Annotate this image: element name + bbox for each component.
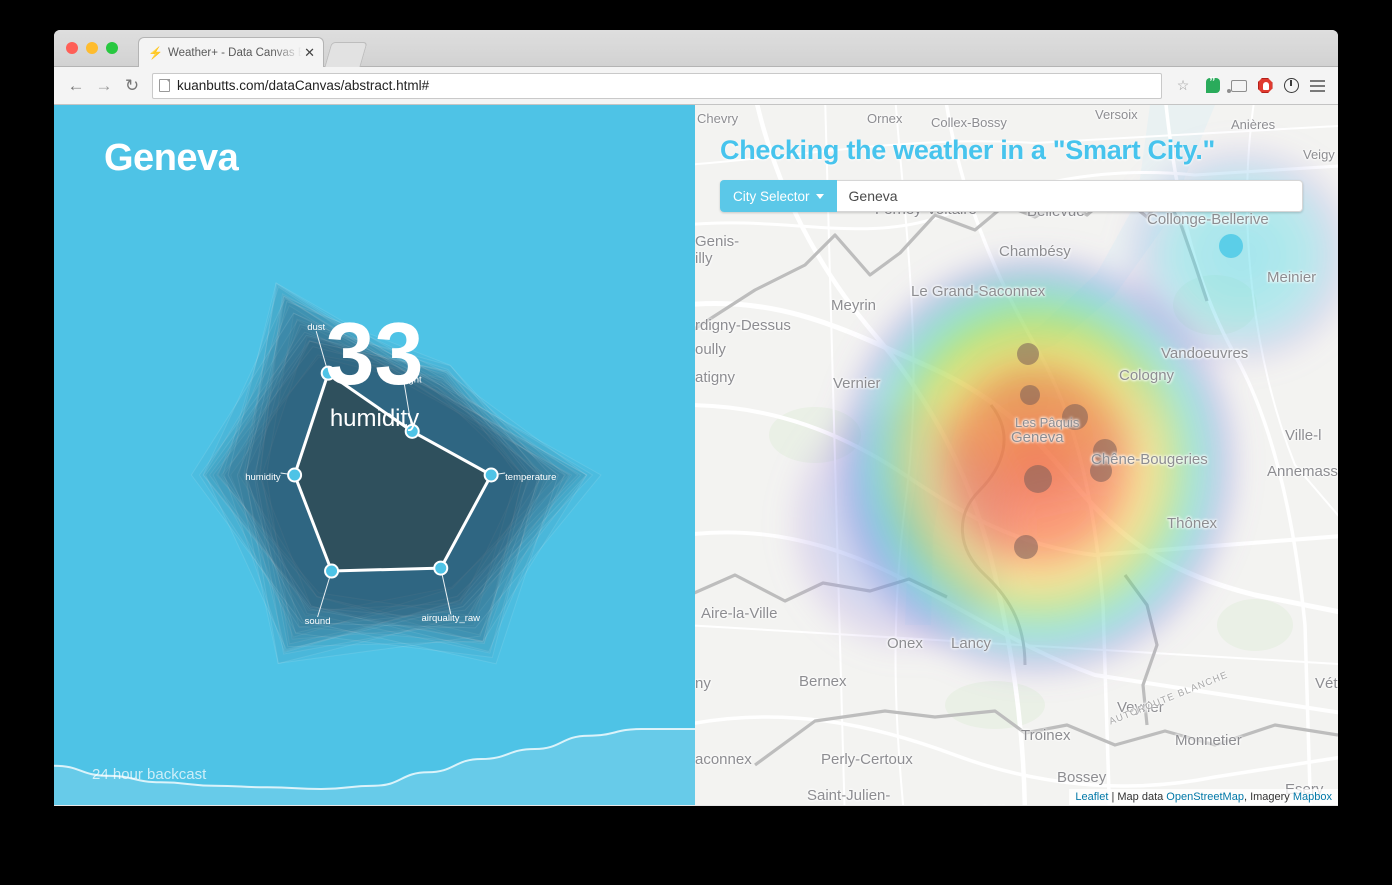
map-title: Checking the weather in a "Smart City.": [720, 135, 1216, 165]
ghostery-icon[interactable]: [1278, 73, 1304, 99]
bolt-icon: ⚡: [148, 45, 163, 60]
page-viewport: Geneva light temperature airquality_raw sou…: [54, 105, 1338, 805]
sensor-dot[interactable]: [1024, 465, 1052, 493]
map-header: Checking the weather in a "Smart City." …: [720, 135, 1303, 212]
address-bar[interactable]: kuanbutts.com/dataCanvas/abstract.html#: [152, 72, 1162, 99]
map-attribution: Leaflet | Map data OpenStreetMap, Imager…: [1069, 789, 1338, 805]
sensor-dot[interactable]: [1017, 343, 1039, 365]
sensor-dot[interactable]: [1062, 404, 1088, 430]
url-text: kuanbutts.com/dataCanvas/abstract.html#: [177, 78, 430, 93]
backcast-caption: 24 hour backcast: [92, 766, 207, 783]
sensor-dot[interactable]: [1020, 385, 1040, 405]
attribution-mapdata: Map data: [1117, 791, 1167, 803]
svg-text:humidity: humidity: [245, 472, 281, 483]
backcast-sparkline: [54, 728, 695, 805]
radar-chart[interactable]: light temperature airquality_raw sound humid…: [152, 282, 622, 675]
svg-text:sound: sound: [305, 616, 331, 627]
mapbox-link[interactable]: Mapbox: [1293, 791, 1332, 803]
svg-text:airquality_raw: airquality_raw: [421, 613, 480, 624]
adblock-icon[interactable]: [1252, 73, 1278, 99]
sensor-dot[interactable]: [1093, 439, 1117, 463]
browser-window: ⚡ Weather+ - Data Canvas E ✕ Kuan ← → ↻ …: [54, 30, 1338, 806]
svg-text:light: light: [404, 374, 422, 385]
new-tab-button[interactable]: [324, 42, 368, 67]
city-selector-label: City Selector: [733, 188, 810, 204]
browser-tab[interactable]: ⚡ Weather+ - Data Canvas E ✕: [138, 37, 324, 67]
chromecast-icon[interactable]: [1226, 73, 1252, 99]
map-panel[interactable]: Chevry Ornex Collex-Bossy Versoix Anières Vei…: [695, 105, 1338, 805]
window-controls: [66, 42, 118, 54]
sensor-dot[interactable]: [1090, 460, 1112, 482]
reload-button[interactable]: ↻: [118, 72, 146, 100]
sensor-dot[interactable]: [1014, 535, 1038, 559]
close-tab-icon[interactable]: ✕: [302, 46, 317, 59]
city-selector-button[interactable]: City Selector: [720, 180, 837, 212]
radar-chart-svg: light temperature airquality_raw sound humid…: [190, 282, 602, 665]
page-title: Geneva: [104, 137, 239, 179]
close-window-button[interactable]: [66, 42, 78, 54]
forward-button[interactable]: →: [90, 72, 118, 100]
city-selector-group: City Selector: [720, 180, 1303, 212]
bookmark-star-icon[interactable]: ☆: [1170, 73, 1196, 99]
sensor-dot[interactable]: [1219, 234, 1243, 258]
openstreetmap-link[interactable]: OpenStreetMap: [1166, 791, 1244, 803]
maximize-window-button[interactable]: [106, 42, 118, 54]
svg-text:dust: dust: [307, 322, 325, 333]
tab-strip: ⚡ Weather+ - Data Canvas E ✕ Kuan: [54, 30, 1338, 67]
attribution-imagery: , Imagery: [1243, 791, 1293, 803]
hangouts-icon[interactable]: [1200, 73, 1226, 99]
back-button[interactable]: ←: [62, 72, 90, 100]
leaflet-link[interactable]: Leaflet: [1075, 791, 1108, 803]
svg-text:temperature: temperature: [505, 472, 556, 483]
city-input[interactable]: [836, 180, 1303, 212]
chevron-down-icon: [815, 193, 824, 199]
chrome-menu-icon[interactable]: [1304, 73, 1330, 99]
browser-toolbar: ← → ↻ kuanbutts.com/dataCanvas/abstract.…: [54, 67, 1338, 105]
tab-title: Weather+ - Data Canvas E: [167, 46, 303, 59]
minimize-window-button[interactable]: [86, 42, 98, 54]
data-canvas-panel: Geneva light temperature airquality_raw sou…: [54, 105, 695, 805]
page-document-icon: [159, 79, 170, 92]
